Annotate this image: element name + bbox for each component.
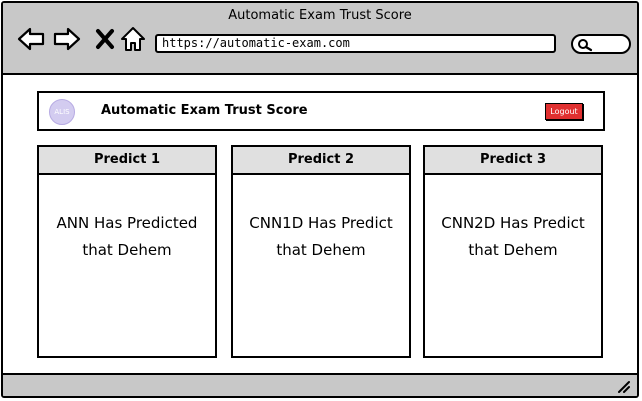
status-bar bbox=[3, 373, 637, 396]
predict-panel-title: Predict 2 bbox=[233, 147, 409, 175]
predict-panel-title: Predict 3 bbox=[425, 147, 601, 175]
predict-panel-body: ANN Has Predicted that Dehem bbox=[39, 175, 215, 264]
predict-panel-body: CNN2D Has Predict that Dehem bbox=[425, 175, 601, 264]
prediction-text-line: CNN1D Has Predict bbox=[249, 214, 393, 232]
app-name: Automatic Exam Trust Score bbox=[101, 103, 308, 118]
resize-icon[interactable] bbox=[615, 378, 631, 394]
home-icon[interactable] bbox=[119, 25, 147, 53]
forward-arrow-icon[interactable] bbox=[53, 25, 81, 53]
url-input[interactable]: https://automatic-exam.com bbox=[155, 34, 556, 53]
close-icon[interactable] bbox=[91, 25, 119, 53]
logout-button[interactable]: Logout bbox=[545, 103, 583, 120]
predict-panel-title: Predict 1 bbox=[39, 147, 215, 175]
predict-panel-3: Predict 3 CNN2D Has Predict that Dehem bbox=[423, 145, 603, 358]
browser-toolbar: Automatic Exam Trust Score https://autom… bbox=[3, 3, 637, 75]
prediction-text-line: that Dehem bbox=[276, 241, 366, 259]
browser-window: Automatic Exam Trust Score https://autom… bbox=[1, 1, 639, 398]
predict-panel-body: CNN1D Has Predict that Dehem bbox=[233, 175, 409, 264]
prediction-text-line: ANN Has Predicted bbox=[56, 214, 198, 232]
search-input[interactable] bbox=[571, 34, 631, 54]
prediction-text-line: CNN2D Has Predict bbox=[441, 214, 585, 232]
app-header: ALIS Automatic Exam Trust Score Logout bbox=[37, 91, 605, 131]
predict-panel-2: Predict 2 CNN1D Has Predict that Dehem bbox=[231, 145, 411, 358]
prediction-text-line: that Dehem bbox=[82, 241, 172, 259]
window-title: Automatic Exam Trust Score bbox=[228, 8, 412, 23]
search-icon[interactable] bbox=[577, 38, 593, 52]
page-content: ALIS Automatic Exam Trust Score Logout P… bbox=[3, 75, 637, 375]
predict-panel-1: Predict 1 ANN Has Predicted that Dehem bbox=[37, 145, 217, 358]
prediction-text-line: that Dehem bbox=[468, 241, 558, 259]
logo: ALIS bbox=[49, 99, 75, 125]
back-arrow-icon[interactable] bbox=[17, 25, 45, 53]
